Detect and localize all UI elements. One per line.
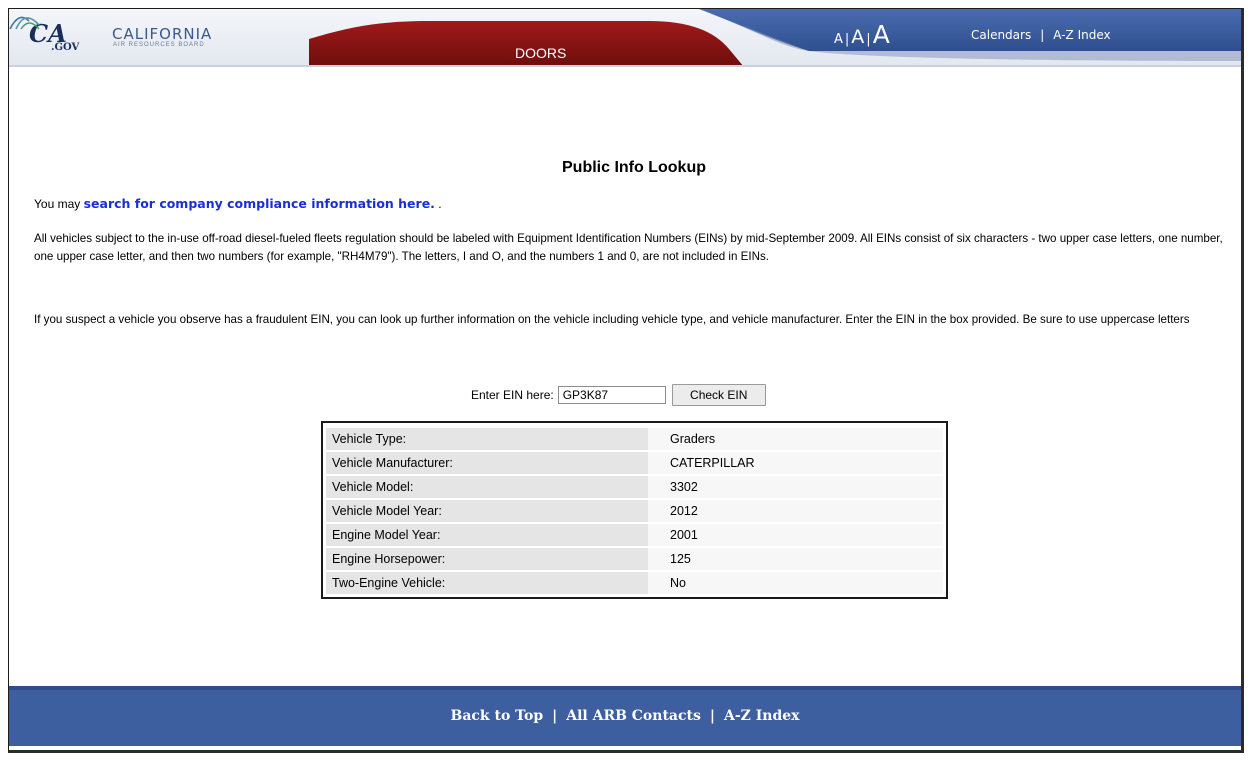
intro-suffix: .	[434, 197, 442, 211]
ein-description: All vehicles subject to the in-use off-r…	[34, 232, 1223, 263]
ein-lookup-form: Enter EIN here: Check EIN	[471, 384, 766, 406]
fraud-instructions: If you suspect a vehicle you observe has…	[34, 313, 1190, 326]
font-size-controls: A | A |A	[834, 20, 890, 49]
row-value: 2001	[648, 524, 943, 546]
row-value: CATERPILLAR	[648, 452, 943, 474]
header-links: Calendars | A-Z Index	[971, 28, 1111, 42]
row-label: Vehicle Manufacturer:	[326, 452, 648, 474]
row-value: 2012	[648, 500, 943, 522]
intro-text: You may search for company compliance in…	[34, 196, 442, 211]
footer-links: Back to Top | All ARB Contacts | A-Z Index	[9, 708, 1241, 724]
font-separator: |	[844, 32, 850, 47]
row-value: 3302	[648, 476, 943, 498]
footer-az-index-link[interactable]: A-Z Index	[724, 708, 800, 724]
header-bar: CA .GOV CALIFORNIA AIR RESOURCES BOARD D…	[9, 9, 1241, 81]
row-value: No	[648, 572, 943, 594]
page-frame: CA .GOV CALIFORNIA AIR RESOURCES BOARD D…	[8, 8, 1244, 753]
all-arb-contacts-link[interactable]: All ARB Contacts	[566, 708, 701, 724]
footer-bar: Back to Top | All ARB Contacts | A-Z Index	[9, 686, 1241, 746]
row-value: 125	[648, 548, 943, 570]
calendars-link[interactable]: Calendars	[971, 28, 1031, 42]
page-title: Public Info Lookup	[562, 159, 706, 176]
table-row: Engine Model Year: 2001	[326, 524, 943, 546]
intro-prefix: You may	[34, 197, 84, 211]
az-index-link[interactable]: A-Z Index	[1053, 28, 1110, 42]
check-ein-button[interactable]: Check EIN	[671, 384, 766, 406]
company-compliance-link[interactable]: search for company compliance informatio…	[84, 196, 435, 211]
org-name[interactable]: CALIFORNIA	[112, 25, 212, 43]
font-separator: |	[866, 32, 871, 47]
link-separator: |	[1040, 28, 1045, 42]
row-label: Vehicle Type:	[326, 428, 648, 450]
footer-separator: |	[552, 708, 558, 724]
ein-label: Enter EIN here:	[471, 388, 554, 402]
font-small-button[interactable]: A	[834, 32, 843, 47]
row-label: Engine Model Year:	[326, 524, 648, 546]
ca-logo-suffix: .GOV	[51, 42, 80, 53]
back-to-top-link[interactable]: Back to Top	[450, 708, 543, 724]
arb-arch-icon	[9, 16, 40, 30]
footer-separator: |	[709, 708, 715, 724]
row-label: Vehicle Model Year:	[326, 500, 648, 522]
vehicle-info-table: Vehicle Type: Graders Vehicle Manufacture…	[321, 421, 948, 599]
row-label: Engine Horsepower:	[326, 548, 648, 570]
table-row: Two-Engine Vehicle: No	[326, 572, 943, 594]
table-row: Vehicle Model Year: 2012	[326, 500, 943, 522]
ein-input[interactable]	[557, 386, 666, 404]
row-label: Vehicle Model:	[326, 476, 648, 498]
doors-tab[interactable]: DOORS	[515, 45, 566, 61]
table-row: Vehicle Model: 3302	[326, 476, 943, 498]
font-large-button[interactable]: A	[873, 20, 890, 49]
row-value: Graders	[648, 428, 943, 450]
table-row: Engine Horsepower: 125	[326, 548, 943, 570]
org-subtitle: AIR RESOURCES BOARD	[113, 42, 205, 48]
font-medium-button[interactable]: A	[851, 26, 864, 48]
row-label: Two-Engine Vehicle:	[326, 572, 648, 594]
table-row: Vehicle Type: Graders	[326, 428, 943, 450]
table-row: Vehicle Manufacturer: CATERPILLAR	[326, 452, 943, 474]
